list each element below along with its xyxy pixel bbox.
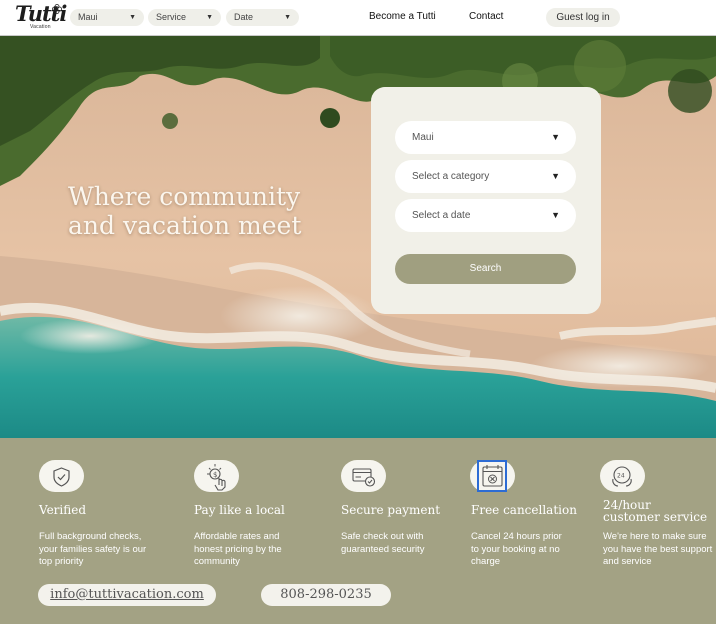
nav-link-become-a-tutti[interactable]: Become a Tutti bbox=[369, 11, 436, 23]
service-dropdown[interactable]: Service ▼ bbox=[148, 9, 221, 26]
chevron-down-icon: ▼ bbox=[551, 132, 560, 142]
location-select-value: Maui bbox=[412, 132, 434, 143]
category-select-placeholder: Select a category bbox=[412, 171, 490, 182]
top-navigation-bar: Tutti Vacation Maui ▼ Service ▼ Date ▼ B… bbox=[0, 0, 716, 36]
shield-check-icon bbox=[39, 460, 84, 492]
chevron-down-icon: ▼ bbox=[551, 171, 560, 181]
chevron-down-icon: ▼ bbox=[284, 14, 291, 21]
search-card: Maui ▼ Select a category ▼ Select a date… bbox=[371, 87, 601, 314]
hero-headline-line-1: Where community bbox=[68, 182, 301, 211]
hero-headline: Where community and vacation meet bbox=[68, 182, 328, 240]
location-dropdown-label: Maui bbox=[78, 12, 98, 22]
chevron-down-icon: ▼ bbox=[551, 210, 560, 220]
credit-card-check-icon bbox=[341, 460, 386, 492]
logo-subtext: Vacation bbox=[30, 24, 51, 30]
feature-desc-secure-payment: Safe check out with guaranteed security bbox=[341, 531, 425, 555]
date-select-placeholder: Select a date bbox=[412, 210, 471, 221]
selection-highlight bbox=[477, 460, 507, 492]
email-link[interactable]: info@tuttivacation.com bbox=[38, 584, 216, 606]
chevron-down-icon: ▼ bbox=[129, 14, 136, 21]
svg-text:$: $ bbox=[213, 471, 217, 479]
date-dropdown[interactable]: Date ▼ bbox=[226, 9, 299, 26]
feature-title-24-hour-customer-service: 24/hour customer service bbox=[603, 498, 708, 524]
location-select[interactable]: Maui ▼ bbox=[395, 121, 576, 154]
feature-title-secure-payment: Secure payment bbox=[341, 503, 441, 517]
search-button[interactable]: Search bbox=[395, 254, 576, 284]
phone-number[interactable]: 808-298-0235 bbox=[261, 584, 391, 606]
date-dropdown-label: Date bbox=[234, 12, 254, 22]
feature-desc-24-hour-customer-service: We're here to make sure you have the bes… bbox=[603, 531, 713, 567]
email-text: info@tuttivacation.com bbox=[50, 587, 204, 602]
guest-login-button[interactable]: Guest log in bbox=[546, 8, 620, 27]
pointing-hand-icon: $ bbox=[194, 460, 239, 492]
nav-link-contact[interactable]: Contact bbox=[469, 11, 503, 23]
chevron-down-icon: ▼ bbox=[206, 14, 213, 21]
feature-desc-pay-like-a-local: Affordable rates and honest pricing by t… bbox=[194, 531, 282, 567]
svg-text:24: 24 bbox=[617, 473, 625, 480]
service-dropdown-label: Service bbox=[156, 12, 187, 22]
tutti-logo[interactable]: Tutti Vacation bbox=[15, 3, 67, 32]
feature-desc-free-cancellation: Cancel 24 hours prior to your booking at… bbox=[471, 531, 562, 567]
feature-desc-verified: Full background checks, your families sa… bbox=[39, 531, 147, 567]
location-dropdown[interactable]: Maui ▼ bbox=[70, 9, 144, 26]
hibiscus-icon bbox=[52, 4, 62, 14]
date-select[interactable]: Select a date ▼ bbox=[395, 199, 576, 232]
24hr-support-icon: 24 bbox=[600, 460, 645, 492]
feature-title-pay-like-a-local: Pay like a local bbox=[194, 503, 285, 517]
feature-title-free-cancellation: Free cancellation bbox=[471, 503, 577, 517]
hero-section: Where community and vacation meet bbox=[0, 36, 716, 438]
feature-title-verified: Verified bbox=[39, 503, 87, 517]
category-select[interactable]: Select a category ▼ bbox=[395, 160, 576, 193]
hero-headline-line-2: and vacation meet bbox=[68, 211, 302, 240]
features-band: Verified Full background checks, your fa… bbox=[0, 438, 716, 624]
